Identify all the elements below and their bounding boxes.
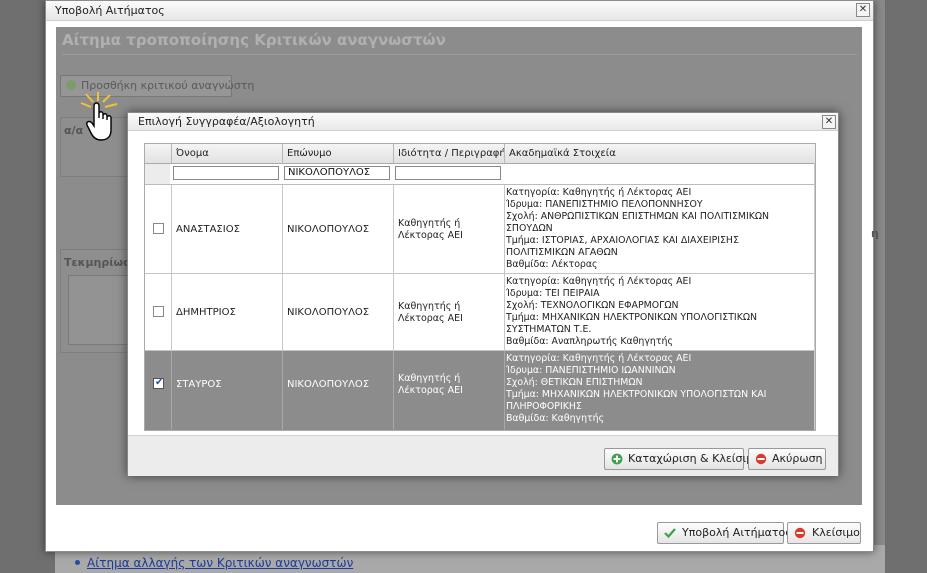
table-row-selected[interactable]: ✔ ΣΤΑΥΡΟΣ ΝΙΚΟΛΟΠΟΥΛΟΣ Καθηγητής ή Λέκτο…: [145, 351, 815, 430]
row-checkbox-checked[interactable]: ✔: [153, 377, 164, 389]
academic-cell: Κατηγορία: Καθηγητής ή Λέκτορας ΑΕΙ Ίδρυ…: [506, 353, 796, 425]
academic-department: Τμήμα: ΜΗΧΑΝΙΚΩΝ ΗΛΕΚΤΡΟΝΙΚΩΝ ΥΠΟΛΟΓΙΣΤΩ…: [506, 389, 767, 412]
last-name-filter-input[interactable]: [284, 166, 390, 180]
inner-dialog-footer: Καταχώριση & Κλείσιμο Ακύρωση: [128, 435, 838, 476]
first-name-cell: ΔΗΜΗΤΡΙΟΣ: [176, 307, 236, 318]
justification-textarea[interactable]: [68, 275, 136, 345]
save-and-close-label: Καταχώριση & Κλείσιμο: [628, 452, 760, 465]
change-reviewers-link[interactable]: Αίτημα αλλαγής των Κριτικών αναγνωστών: [87, 556, 353, 570]
first-name-filter-input[interactable]: [173, 166, 279, 180]
row-checkbox[interactable]: [153, 306, 164, 317]
role-cell: Καθηγητής ή Λέκτορας ΑΕΙ: [398, 218, 463, 241]
close-label: Κλείσιμο: [812, 526, 860, 539]
inner-dialog-titlebar: Επιλογή Συγγραφέα/Αξιολογητή ✕: [128, 113, 838, 131]
first-name-cell: ΣΤΑΥΡΟΣ: [176, 379, 222, 390]
dialog-titlebar: Υποβολή Αιτήματος ✕: [46, 1, 873, 21]
heading-divider: [62, 54, 857, 55]
header-select: [145, 144, 171, 163]
reviewer-grid: Όνομα Επώνυμο Ιδιότητα / Περιγραφή Ακαδη…: [144, 143, 816, 431]
academic-cell: Κατηγορία: Καθηγητής ή Λέκτορας ΑΕΙ Ίδρυ…: [506, 276, 796, 348]
reviewers-box-label: α/α: [64, 124, 84, 137]
checkmark-icon: [664, 528, 676, 539]
list-bullet: [75, 560, 80, 565]
submit-request-button[interactable]: Υποβολή Αιτήματος: [657, 522, 792, 544]
no-entry-icon: [755, 453, 767, 465]
academic-institution: Ίδρυμα: ΠΑΝΕΠΙΣΤΗΜΙΟ ΙΩΑΝΝΙΝΩΝ: [506, 365, 676, 376]
right-label-fragment: η: [871, 227, 879, 240]
academic-category: Κατηγορία: Καθηγητής ή Λέκτορας ΑΕΙ: [506, 276, 692, 287]
plus-circle-icon: [66, 80, 76, 90]
academic-rank: Βαθμίδα: Καθηγητής: [506, 413, 605, 424]
table-row[interactable]: ΑΝΑΣΤΑΣΙΟΣ ΝΙΚΟΛΟΠΟΥΛΟΣ Καθηγητής ή Λέκτ…: [145, 185, 815, 274]
filter-spacer: [145, 164, 170, 184]
academic-category: Κατηγορία: Καθηγητής ή Λέκτορας ΑΕΙ: [506, 187, 692, 198]
academic-institution: Ίδρυμα: ΠΑΝΕΠΙΣΤΗΜΙΟ ΠΕΛΟΠΟΝΝΗΣΟΥ: [506, 199, 703, 210]
dialog-title: Υποβολή Αιτήματος: [55, 4, 165, 17]
header-last-name[interactable]: Επώνυμο: [282, 144, 393, 163]
header-first-name[interactable]: Όνομα: [171, 144, 282, 163]
grid-scrollbar[interactable]: ▲ ▼: [814, 163, 815, 430]
academic-department: Τμήμα: ΜΗΧΑΝΙΚΩΝ ΗΛΕΚΤΡΟΝΙΚΩΝ ΥΠΟΛΟΓΙΣΤΙ…: [506, 312, 758, 335]
last-name-cell: ΝΙΚΟΛΟΠΟΥΛΟΣ: [287, 307, 370, 318]
academic-school: Σχολή: ΘΕΤΙΚΩΝ ΕΠΙΣΤΗΜΩΝ: [506, 377, 643, 388]
academic-institution: Ίδρυμα: ΤΕΙ ΠΕΙΡΑΙΑ: [506, 288, 600, 299]
header-role[interactable]: Ιδιότητα / Περιγραφή: [393, 144, 506, 163]
last-name-cell: ΝΙΚΟΛΟΠΟΥΛΟΣ: [287, 224, 370, 235]
role-filter-input[interactable]: [395, 166, 501, 180]
table-row[interactable]: ΔΗΜΗΤΡΙΟΣ ΝΙΚΟΛΟΠΟΥΛΟΣ Καθηγητής ή Λέκτο…: [145, 274, 815, 351]
save-and-close-button[interactable]: Καταχώριση & Κλείσιμο: [604, 448, 760, 470]
role-cell: Καθηγητής ή Λέκτορας ΑΕΙ: [398, 301, 463, 324]
dialog-close-icon[interactable]: ✕: [856, 3, 870, 17]
academic-school: Σχολή: ΑΝΘΡΩΠΙΣΤΙΚΩΝ ΕΠΙΣΤΗΜΩΝ ΚΑΙ ΠΟΛΙΤ…: [506, 211, 770, 234]
header-academic[interactable]: Ακαδημαϊκά Στοιχεία: [504, 144, 815, 163]
plus-circle-icon: [611, 453, 623, 465]
last-name-cell: ΝΙΚΟΛΟΠΟΥΛΟΣ: [287, 379, 370, 390]
scrollbar-track[interactable]: [814, 163, 815, 430]
academic-rank: Βαθμίδα: Αναπληρωτής Καθηγητής: [506, 336, 673, 347]
cancel-button[interactable]: Ακύρωση: [748, 448, 826, 470]
academic-department: Τμήμα: ΙΣΤΟΡΙΑΣ, ΑΡΧΑΙΟΛΟΓΙΑΣ ΚΑΙ ΔΙΑΧΕΙ…: [506, 235, 739, 258]
academic-cell: Κατηγορία: Καθηγητής ή Λέκτορας ΑΕΙ Ίδρυ…: [506, 187, 796, 271]
grid-header: Όνομα Επώνυμο Ιδιότητα / Περιγραφή Ακαδη…: [145, 144, 815, 164]
no-entry-icon: [794, 527, 806, 539]
close-button[interactable]: Κλείσιμο: [787, 522, 861, 544]
academic-category: Κατηγορία: Καθηγητής ή Λέκτορας ΑΕΙ: [506, 353, 692, 364]
first-name-cell: ΑΝΑΣΤΑΣΙΟΣ: [176, 224, 240, 235]
cancel-label: Ακύρωση: [772, 452, 823, 465]
inner-dialog-title: Επιλογή Συγγραφέα/Αξιολογητή: [138, 115, 315, 128]
row-checkbox[interactable]: [153, 223, 164, 234]
role-cell: Καθηγητής ή Λέκτορας ΑΕΙ: [398, 373, 463, 396]
submit-request-label: Υποβολή Αιτήματος: [682, 526, 792, 539]
checkmark-icon: ✔: [155, 377, 164, 388]
filter-row: [145, 164, 815, 185]
academic-school: Σχολή: ΤΕΧΝΟΛΟΓΙΚΩΝ ΕΦΑΡΜΟΓΩΝ: [506, 300, 679, 311]
select-author-reviewer-dialog: Επιλογή Συγγραφέα/Αξιολογητή ✕ Όνομα Επώ…: [127, 112, 839, 476]
hand-pointer-icon: [86, 102, 112, 141]
inner-dialog-close-icon[interactable]: ✕: [822, 115, 836, 129]
academic-rank: Βαθμίδα: Λέκτορας: [506, 259, 598, 270]
page-heading: Αίτημα τροποποίησης Κριτικών αναγνωστών: [62, 31, 446, 49]
